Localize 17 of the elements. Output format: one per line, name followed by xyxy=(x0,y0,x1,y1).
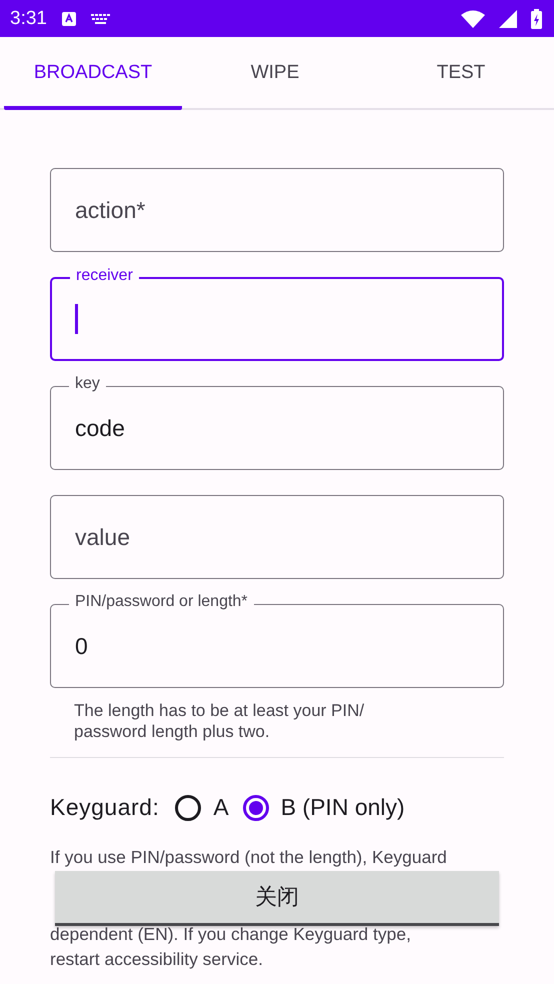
tab[interactable]: BROADCAST xyxy=(4,37,182,110)
status-time: 3:31 xyxy=(10,8,47,30)
signal-icon xyxy=(499,10,517,28)
wifi-icon xyxy=(461,10,485,28)
tab[interactable]: WIPE xyxy=(182,37,368,110)
toast-message: 关闭 xyxy=(55,871,499,926)
note-text: If you use PIN/password (not the length), Keyguard xyxy=(50,846,448,869)
text-app-icon xyxy=(60,10,77,26)
note-text: restart accessibility service. xyxy=(50,948,264,971)
keyboard-icon xyxy=(90,12,111,24)
helper-text: The length has to be at least your PIN/ password length plus two. xyxy=(74,700,366,742)
battery-icon xyxy=(531,8,542,28)
radio-option[interactable]: B (PIN only) xyxy=(242,794,405,821)
keyguard-label: Keyguard: xyxy=(50,794,160,821)
radio-option[interactable]: A xyxy=(175,794,229,821)
tab[interactable]: TEST xyxy=(368,37,554,110)
note-text: dependent (EN). If you change Keyguard type, xyxy=(50,923,412,946)
